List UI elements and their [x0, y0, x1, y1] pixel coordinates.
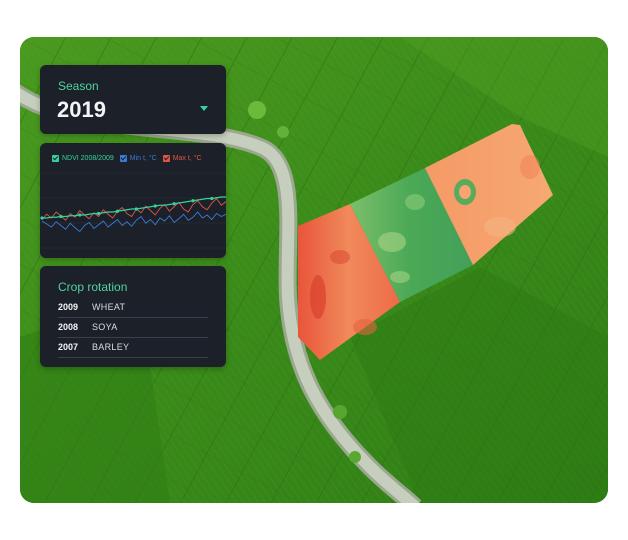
- ndvi-point: [153, 204, 157, 208]
- ndvi-point: [172, 202, 176, 206]
- crop-rotation-title: Crop rotation: [58, 280, 128, 294]
- rotation-year: 2009: [58, 302, 79, 312]
- rotation-crop: SOYA: [92, 322, 118, 332]
- ndvi-point: [210, 196, 214, 201]
- ndvi-point: [97, 211, 101, 216]
- chart-panel: NDVI 2008/2009 Min t, °C Max t, °C: [40, 143, 226, 258]
- season-panel[interactable]: Season 2019: [40, 65, 226, 134]
- rotation-crop: BARLEY: [92, 342, 130, 352]
- season-value[interactable]: 2019: [57, 97, 106, 123]
- ndvi-point: [115, 209, 120, 213]
- rotation-row: 2009 WHEAT: [58, 297, 208, 318]
- line-chart: [40, 172, 226, 249]
- ndvi-point: [191, 199, 195, 203]
- rotation-row: 2007 BARLEY: [58, 337, 208, 358]
- ndvi-point: [78, 213, 82, 217]
- ndvi-point: [40, 216, 44, 220]
- ndvi-point: [59, 214, 63, 219]
- ndvi-point: [134, 207, 138, 211]
- rotation-year: 2008: [58, 322, 79, 332]
- caret-down-icon[interactable]: [200, 106, 208, 111]
- rotation-year: 2007: [58, 342, 79, 352]
- crop-rotation-panel: Crop rotation 2009 WHEAT 2008 SOYA 2007 …: [40, 266, 226, 367]
- rotation-crop: WHEAT: [92, 302, 126, 312]
- rotation-row: 2008 SOYA: [58, 317, 208, 338]
- season-label: Season: [58, 79, 99, 93]
